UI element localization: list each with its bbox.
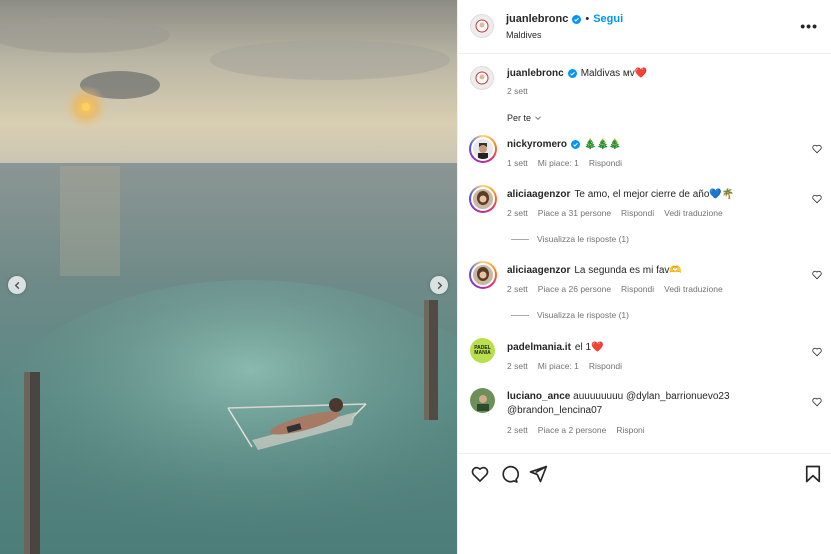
verified-icon (567, 69, 577, 78)
comment-sort-dropdown[interactable]: Per te (507, 113, 542, 123)
caption-meta: 2 sett (507, 86, 528, 96)
comment-meta: 2 sett Mi piace: 1 Rispondi (507, 361, 622, 371)
translate-button[interactable]: Vedi traduzione (664, 284, 723, 294)
comment-likes[interactable]: Piace a 26 persone (538, 284, 611, 294)
reply-button[interactable]: Risponi (616, 425, 644, 435)
chevron-left-icon (14, 281, 19, 289)
comment-likes[interactable]: Piace a 31 persone (538, 208, 611, 218)
comment-meta: 2 sett Piace a 31 persone Rispondi Vedi … (507, 208, 723, 218)
comment-meta: 1 sett Mi piace: 1 Rispondi (507, 158, 622, 168)
mention-link[interactable]: @dylan_barrionuevo23 (626, 391, 730, 402)
separator-dot: • (585, 13, 590, 25)
comment-icon[interactable] (499, 464, 519, 484)
heart-icon[interactable] (812, 194, 822, 204)
comment-text: Te amo, el mejor cierre de año💙🌴 (574, 189, 735, 200)
comment-avatar[interactable] (469, 261, 497, 289)
author-name[interactable]: juanlebronc (506, 13, 568, 25)
comment-likes[interactable]: Piace a 2 persone (538, 425, 607, 435)
comment-avatar[interactable] (469, 135, 497, 163)
bookmark-icon[interactable] (803, 464, 823, 484)
next-photo-button[interactable] (430, 276, 448, 294)
heart-icon[interactable] (470, 464, 490, 484)
comment-meta: 2 sett Piace a 2 persone Risponi (507, 425, 645, 435)
comment-author[interactable]: padelmania.it (507, 342, 571, 353)
comment-author[interactable]: aliciaagenzor (507, 265, 570, 276)
photo-image (0, 0, 457, 554)
replies-line (511, 238, 529, 240)
comment-text: 🎄🎄🎄 (584, 139, 622, 150)
follow-button[interactable]: Segui (593, 13, 623, 25)
comment-avatar[interactable]: PADEL MANIA (470, 338, 495, 363)
previous-photo-button[interactable] (8, 276, 26, 294)
location-link[interactable]: Maldives (506, 30, 542, 40)
view-replies-button[interactable]: Visualizza le risposte (1) (511, 234, 629, 244)
view-replies-label: Visualizza le risposte (1) (537, 310, 629, 320)
comment-meta: 2 sett Piace a 26 persone Rispondi Vedi … (507, 284, 723, 294)
view-replies-button[interactable]: Visualizza le risposte (1) (511, 310, 629, 320)
comment-text: el 1❤️ (574, 342, 604, 353)
chevron-down-icon (535, 116, 541, 121)
mention-link[interactable]: @brandon_lencina07 (507, 405, 602, 416)
comment-time: 2 sett (507, 361, 528, 371)
comment-avatar[interactable] (469, 185, 497, 213)
sort-label: Per te (507, 113, 532, 123)
caption-time: 2 sett (507, 86, 528, 96)
chevron-right-icon (437, 281, 442, 289)
replies-line (511, 314, 529, 316)
heart-icon[interactable] (812, 144, 822, 154)
verified-icon (572, 14, 582, 24)
view-replies-label: Visualizza le risposte (1) (537, 234, 629, 244)
more-options-button[interactable]: ••• (800, 18, 818, 34)
heart-icon[interactable] (812, 270, 822, 280)
comment-author[interactable]: nickyromero (507, 139, 567, 150)
comment-likes[interactable]: Mi piace: 1 (538, 158, 579, 168)
post-header: juanlebronc • Segui Maldives ••• (458, 0, 831, 54)
verified-icon (571, 140, 581, 149)
comment-avatar[interactable] (470, 388, 495, 413)
avatar-logo-text: PADEL MANIA (474, 344, 491, 356)
post-photo[interactable] (0, 0, 457, 554)
caption-avatar[interactable] (470, 66, 494, 90)
reply-button[interactable]: Rispondi (621, 208, 654, 218)
translate-button[interactable]: Vedi traduzione (664, 208, 723, 218)
comment-text: La segunda es mi fav🫶 (574, 265, 682, 276)
heart-icon[interactable] (812, 347, 822, 357)
author-line: juanlebronc • Segui (506, 13, 623, 25)
reply-button[interactable]: Rispondi (589, 361, 622, 371)
post-actions-bar (458, 453, 831, 493)
reply-button[interactable]: Rispondi (589, 158, 622, 168)
caption-author[interactable]: juanlebronc (507, 68, 564, 79)
caption-text: Maldivas ᴍᴠ❤️ (580, 68, 648, 79)
share-icon[interactable] (528, 464, 548, 484)
post-side-panel: juanlebronc • Segui Maldives ••• juanleb… (457, 0, 831, 554)
comment-text: auuuuuuuu (573, 391, 624, 402)
comment-time: 1 sett (507, 158, 528, 168)
author-avatar[interactable] (470, 14, 494, 38)
comment-time: 2 sett (507, 284, 528, 294)
comments-list[interactable]: juanlebronc Maldivas ᴍᴠ❤️ 2 sett Per te … (458, 54, 831, 453)
comment-author[interactable]: luciano_ance (507, 391, 570, 402)
heart-icon[interactable] (812, 397, 822, 407)
comment-time: 2 sett (507, 425, 528, 435)
comment-likes[interactable]: Mi piace: 1 (538, 361, 579, 371)
reply-button[interactable]: Rispondi (621, 284, 654, 294)
comment-time: 2 sett (507, 208, 528, 218)
comment-author[interactable]: aliciaagenzor (507, 189, 570, 200)
